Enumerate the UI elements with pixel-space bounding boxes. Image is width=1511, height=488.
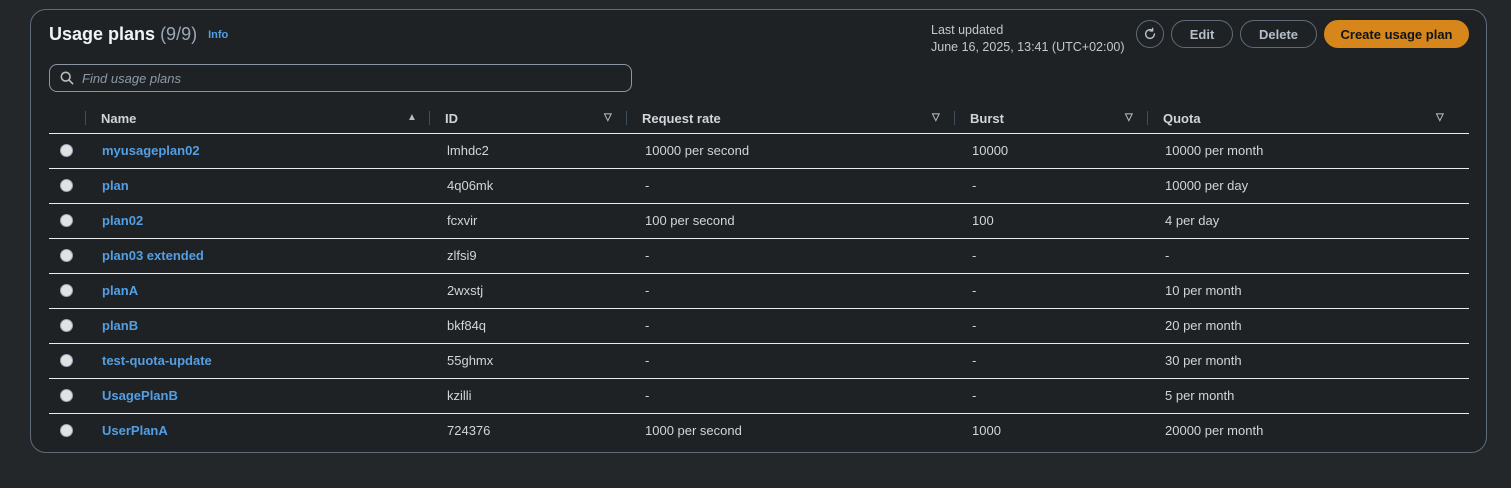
table-row[interactable]: planA 2wxstj - - 10 per month	[49, 273, 1469, 309]
search-field[interactable]	[49, 64, 632, 92]
plan-name-link[interactable]: plan03 extended	[102, 248, 204, 263]
plan-name-link[interactable]: planB	[102, 318, 138, 333]
row-select-radio[interactable]	[60, 249, 73, 262]
plan-id: kzilli	[447, 388, 472, 403]
quota: 10000 per month	[1165, 143, 1264, 158]
search-icon	[60, 71, 74, 85]
table-row[interactable]: plan 4q06mk - - 10000 per day	[49, 168, 1469, 204]
info-link[interactable]: Info	[208, 29, 228, 41]
column-header-id[interactable]: ID ▽	[430, 103, 626, 133]
row-select-radio[interactable]	[60, 354, 73, 367]
plan-name-link[interactable]: UsagePlanB	[102, 388, 178, 403]
column-label: Name	[101, 110, 137, 126]
row-select-radio[interactable]	[60, 319, 73, 332]
sort-descending-icon[interactable]: ▽	[1436, 112, 1444, 123]
last-updated-label: Last updated	[931, 23, 1004, 37]
quota: 10000 per day	[1165, 178, 1249, 193]
plan-name-link[interactable]: plan02	[102, 213, 143, 228]
search-input[interactable]	[80, 69, 624, 87]
column-header-burst[interactable]: Burst ▽	[955, 103, 1147, 133]
quota: 5 per month	[1165, 388, 1235, 403]
column-header-quota[interactable]: Quota ▽	[1148, 103, 1469, 133]
burst: -	[972, 248, 977, 263]
burst: -	[972, 388, 977, 403]
burst: -	[972, 283, 977, 298]
column-label: Request rate	[642, 110, 721, 126]
plan-name-link[interactable]: myusageplan02	[102, 143, 200, 158]
quota: 20000 per month	[1165, 423, 1264, 438]
request-rate: -	[645, 283, 650, 298]
burst: 100	[972, 213, 994, 228]
row-select-radio[interactable]	[60, 144, 73, 157]
sort-ascending-icon[interactable]: ▲	[407, 112, 417, 123]
burst: 10000	[972, 143, 1009, 158]
table-row[interactable]: test-quota-update 55ghmx - - 30 per mont…	[49, 343, 1469, 379]
column-header-name[interactable]: Name ▲	[86, 103, 429, 133]
burst: -	[972, 318, 977, 333]
table-header: Name ▲ ID ▽ Request rate ▽ Burst ▽ Quota…	[49, 103, 1469, 134]
row-select-radio[interactable]	[60, 389, 73, 402]
column-label: ID	[445, 110, 458, 126]
plan-id: 724376	[447, 423, 491, 438]
plan-id: fcxvir	[447, 213, 478, 228]
plan-name-link[interactable]: UserPlanA	[102, 423, 168, 438]
edit-button[interactable]: Edit	[1171, 20, 1233, 48]
burst: -	[972, 353, 977, 368]
quota: 20 per month	[1165, 318, 1242, 333]
quota: 10 per month	[1165, 283, 1242, 298]
request-rate: -	[645, 388, 650, 403]
plan-id: 4q06mk	[447, 178, 494, 193]
table-row[interactable]: myusageplan02 lmhdc2 10000 per second 10…	[49, 133, 1469, 169]
column-label: Burst	[970, 110, 1004, 126]
burst: -	[972, 178, 977, 193]
row-select-radio[interactable]	[60, 424, 73, 437]
quota: -	[1165, 248, 1170, 263]
refresh-button[interactable]	[1136, 20, 1164, 48]
sort-descending-icon[interactable]: ▽	[1125, 112, 1133, 123]
column-label: Quota	[1163, 110, 1201, 126]
plan-id: zlfsi9	[447, 248, 477, 263]
plan-id: bkf84q	[447, 318, 487, 333]
title-text: Usage plans	[49, 24, 156, 44]
plan-name-link[interactable]: planA	[102, 283, 138, 298]
request-rate: 1000 per second	[645, 423, 742, 438]
plan-count: (9/9)	[160, 24, 198, 44]
request-rate: -	[645, 353, 650, 368]
page-title: Usage plans (9/9) Info	[49, 24, 228, 45]
row-select-radio[interactable]	[60, 284, 73, 297]
plan-id: lmhdc2	[447, 143, 489, 158]
refresh-icon	[1144, 27, 1156, 40]
usage-plans-panel: Usage plans (9/9) Info Last updated June…	[30, 9, 1487, 453]
request-rate: -	[645, 318, 650, 333]
row-select-radio[interactable]	[60, 179, 73, 192]
row-select-radio[interactable]	[60, 214, 73, 227]
plan-name-link[interactable]: plan	[102, 178, 129, 193]
table-row[interactable]: UserPlanA 724376 1000 per second 1000 20…	[49, 413, 1469, 448]
column-header-request-rate[interactable]: Request rate ▽	[627, 103, 954, 133]
request-rate: 10000 per second	[645, 143, 750, 158]
table-row[interactable]: planB bkf84q - - 20 per month	[49, 308, 1469, 344]
table-row[interactable]: plan03 extended zlfsi9 - - -	[49, 238, 1469, 274]
quota: 4 per day	[1165, 213, 1220, 228]
plan-name-link[interactable]: test-quota-update	[102, 353, 212, 368]
last-updated-value: June 16, 2025, 13:41 (UTC+02:00)	[931, 40, 1125, 54]
request-rate: -	[645, 178, 650, 193]
burst: 1000	[972, 423, 1001, 438]
table-row[interactable]: UsagePlanB kzilli - - 5 per month	[49, 378, 1469, 414]
last-updated: Last updated June 16, 2025, 13:41 (UTC+0…	[931, 22, 1125, 56]
delete-button[interactable]: Delete	[1240, 20, 1317, 48]
quota: 30 per month	[1165, 353, 1242, 368]
request-rate: 100 per second	[645, 213, 735, 228]
create-usage-plan-button[interactable]: Create usage plan	[1324, 20, 1469, 48]
sort-descending-icon[interactable]: ▽	[932, 112, 940, 123]
sort-descending-icon[interactable]: ▽	[604, 112, 612, 123]
request-rate: -	[645, 248, 650, 263]
plan-id: 2wxstj	[447, 283, 484, 298]
table-row[interactable]: plan02 fcxvir 100 per second 100 4 per d…	[49, 203, 1469, 239]
plan-id: 55ghmx	[447, 353, 494, 368]
